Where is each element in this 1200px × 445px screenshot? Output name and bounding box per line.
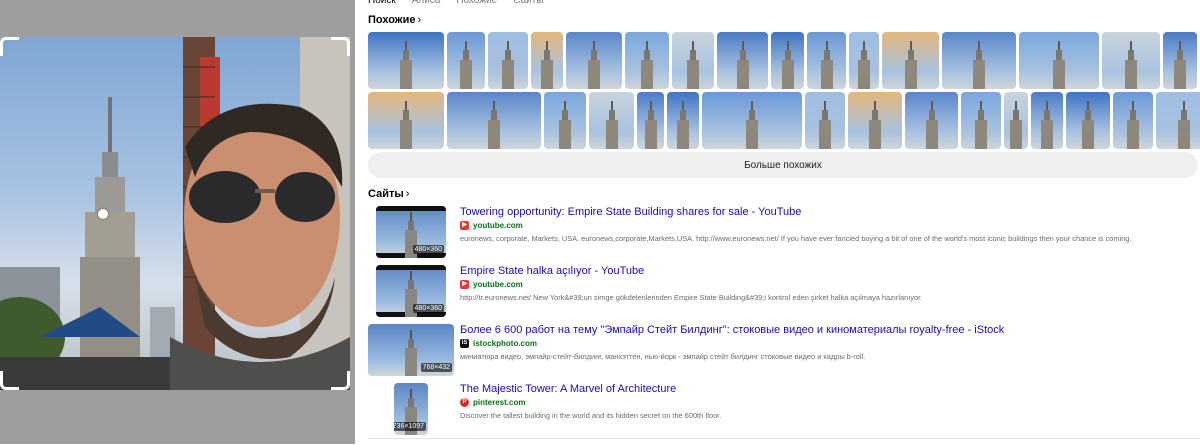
similar-image-thumbnail[interactable] bbox=[589, 92, 634, 149]
site-thumbnail[interactable]: 480×360 bbox=[376, 206, 446, 258]
similar-image-thumbnail[interactable] bbox=[771, 32, 804, 89]
crop-handle-top-right[interactable] bbox=[331, 37, 350, 56]
image-dimensions: 768×432 bbox=[420, 363, 452, 372]
sites-heading[interactable]: Сайты › bbox=[368, 188, 409, 200]
similar-image-thumbnail[interactable] bbox=[1156, 92, 1200, 149]
similar-image-thumbnail[interactable] bbox=[667, 92, 699, 149]
similar-image-thumbnail[interactable] bbox=[447, 32, 485, 89]
similar-image-thumbnail[interactable] bbox=[566, 32, 622, 89]
site-result[interactable]: 736×1097 The Majestic Tower: A Marvel of… bbox=[368, 383, 1200, 435]
similar-image-thumbnail[interactable] bbox=[637, 92, 664, 149]
site-description: euronews, corporate, Markets, USA. euron… bbox=[460, 234, 1132, 243]
crop-handle-bottom-left[interactable] bbox=[0, 371, 19, 390]
site-title-link[interactable]: The Majestic Tower: A Marvel of Architec… bbox=[460, 383, 676, 395]
site-result[interactable]: 480×360 Towering opportunity: Empire Sta… bbox=[368, 206, 1200, 258]
site-description: http://tr.euronews.net/ New York&#39;un … bbox=[460, 293, 923, 302]
site-result[interactable]: 480×360 Empire State halka açılıyor - Yo… bbox=[368, 265, 1200, 317]
crop-handle-bottom-right[interactable] bbox=[331, 371, 350, 390]
similar-heading-label: Похожие bbox=[368, 14, 416, 26]
search-tabs: Поиск Алиса Похожие Сайты bbox=[368, 0, 543, 8]
site-domain[interactable]: istockphoto.com bbox=[473, 339, 537, 348]
similar-image-thumbnail[interactable] bbox=[1066, 92, 1110, 149]
similar-image-thumbnail[interactable] bbox=[905, 92, 958, 149]
similar-image-thumbnail[interactable] bbox=[848, 92, 902, 149]
youtube-icon: ▶ bbox=[460, 221, 469, 230]
image-dimensions: 480×360 bbox=[412, 304, 444, 313]
similar-image-thumbnail[interactable] bbox=[672, 32, 714, 89]
similar-images-row-1 bbox=[368, 32, 1197, 89]
sites-heading-label: Сайты bbox=[368, 188, 404, 200]
site-title-link[interactable]: Более 6 600 работ на тему "Эмпайр Стейт … bbox=[460, 324, 1004, 336]
site-domain[interactable]: youtube.com bbox=[473, 221, 523, 230]
site-thumbnail[interactable]: 736×1097 bbox=[394, 383, 428, 435]
similar-image-thumbnail[interactable] bbox=[625, 32, 669, 89]
image-preview-pane bbox=[0, 0, 355, 444]
similar-image-thumbnail[interactable] bbox=[1163, 32, 1197, 89]
similar-image-thumbnail[interactable] bbox=[805, 92, 845, 149]
similar-image-thumbnail[interactable] bbox=[702, 92, 802, 149]
site-thumbnail[interactable]: 480×360 bbox=[376, 265, 446, 317]
similar-image-thumbnail[interactable] bbox=[1102, 32, 1160, 89]
more-similar-button[interactable]: Больше похожих bbox=[368, 152, 1198, 178]
site-description: миниатюра видео, эмпайр-стейт-билдинг, м… bbox=[460, 352, 866, 361]
similar-image-thumbnail[interactable] bbox=[447, 92, 541, 149]
similar-image-thumbnail[interactable] bbox=[531, 32, 563, 89]
similar-image-thumbnail[interactable] bbox=[961, 92, 1001, 149]
similar-image-thumbnail[interactable] bbox=[488, 32, 528, 89]
pane-divider bbox=[355, 0, 367, 444]
uploaded-photo[interactable] bbox=[0, 37, 350, 390]
istock-icon: iS bbox=[460, 339, 469, 348]
crop-handle-top-left[interactable] bbox=[0, 37, 19, 56]
site-description: Discover the tallest building in the wor… bbox=[460, 411, 722, 420]
similar-image-thumbnail[interactable] bbox=[717, 32, 768, 89]
site-domain[interactable]: pinterest.com bbox=[473, 398, 525, 407]
site-thumbnail[interactable]: 768×432 bbox=[368, 324, 454, 376]
similar-image-thumbnail[interactable] bbox=[1004, 92, 1028, 149]
similar-image-thumbnail[interactable] bbox=[1113, 92, 1153, 149]
similar-image-thumbnail[interactable] bbox=[849, 32, 879, 89]
tab-alice[interactable]: Алиса bbox=[412, 0, 441, 8]
site-title-link[interactable]: Towering opportunity: Empire State Build… bbox=[460, 206, 801, 218]
site-title-link[interactable]: Empire State halka açılıyor - YouTube bbox=[460, 265, 644, 277]
similar-image-thumbnail[interactable] bbox=[1019, 32, 1099, 89]
image-dimensions: 480×360 bbox=[412, 245, 444, 254]
chevron-right-icon: › bbox=[405, 188, 410, 200]
youtube-icon: ▶ bbox=[460, 280, 469, 289]
image-dimensions: 736×1097 bbox=[394, 422, 426, 431]
similar-image-thumbnail[interactable] bbox=[368, 92, 444, 149]
similar-image-thumbnail[interactable] bbox=[942, 32, 1016, 89]
photo-illustration bbox=[0, 37, 350, 390]
similar-image-thumbnail[interactable] bbox=[544, 92, 586, 149]
similar-image-thumbnail[interactable] bbox=[1031, 92, 1063, 149]
site-result[interactable]: 768×432 Более 6 600 работ на тему "Эмпай… bbox=[368, 324, 1200, 376]
similar-image-thumbnail[interactable] bbox=[882, 32, 939, 89]
chevron-right-icon: › bbox=[417, 14, 422, 26]
similar-heading[interactable]: Похожие › bbox=[368, 14, 421, 26]
pinterest-icon: P bbox=[460, 398, 469, 407]
site-domain[interactable]: youtube.com bbox=[473, 280, 523, 289]
tab-similar[interactable]: Похожие bbox=[456, 0, 497, 8]
similar-image-thumbnail[interactable] bbox=[807, 32, 846, 89]
tab-sites[interactable]: Сайты bbox=[513, 0, 543, 8]
object-marker-dot[interactable] bbox=[98, 209, 108, 219]
similar-images-row-2 bbox=[368, 92, 1200, 149]
similar-image-thumbnail[interactable] bbox=[368, 32, 444, 89]
tab-search[interactable]: Поиск bbox=[368, 0, 396, 8]
